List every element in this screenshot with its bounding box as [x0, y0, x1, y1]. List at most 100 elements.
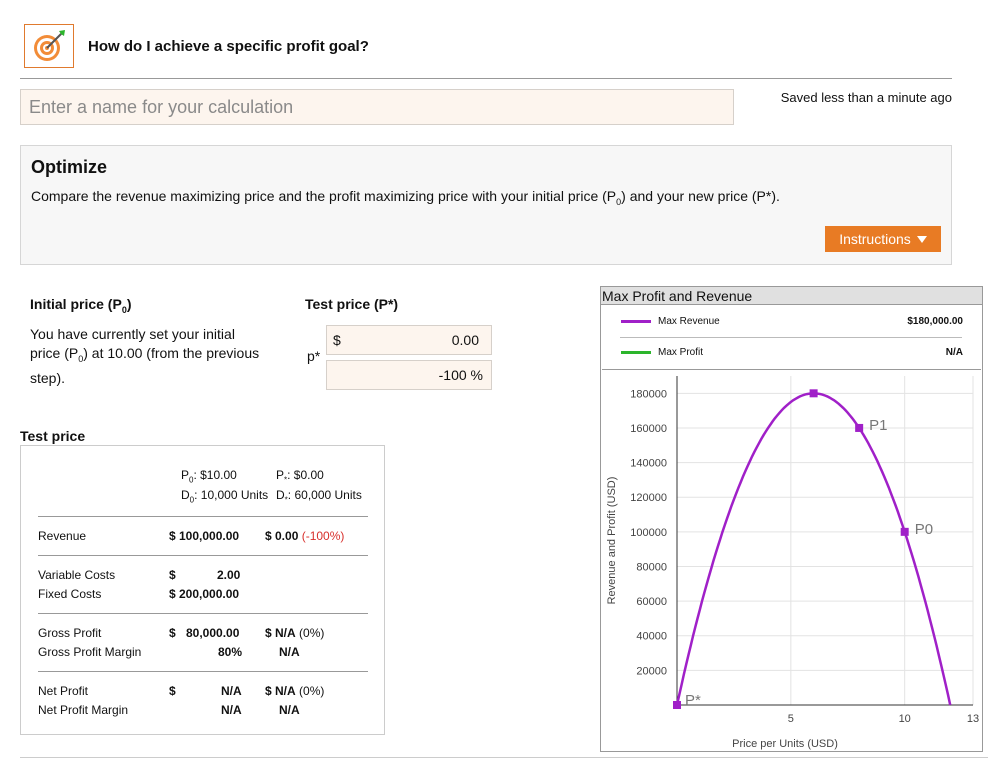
table-divider — [38, 516, 368, 517]
initial-title-end: ) — [126, 296, 132, 312]
d0-label: D — [181, 488, 190, 502]
legend-divider — [620, 337, 962, 338]
gross-profit-symbol: $ — [169, 626, 176, 640]
data-point — [900, 527, 909, 536]
variable-costs-value: 2.00 — [217, 568, 241, 582]
fixed-costs-label: Fixed Costs — [38, 587, 102, 601]
revenue-pstar-change: (-100%) — [301, 529, 345, 543]
table-divider — [38, 555, 368, 556]
y-tick-label: 100000 — [630, 527, 667, 539]
net-profit-p0: N/A — [221, 684, 242, 698]
gross-profit-pstar-value: $ N/A — [265, 626, 296, 640]
optimize-desc-text: Compare the revenue maximizing price and… — [31, 188, 617, 204]
test-price-value: 0.00 — [451, 332, 479, 348]
footer-divider — [20, 757, 988, 758]
instructions-label: Instructions — [839, 231, 911, 247]
net-profit-pstar: $ N/A (0%) — [265, 684, 324, 698]
data-label: P* — [685, 692, 701, 709]
net-margin-pstar: N/A — [279, 703, 300, 717]
test-price-section-heading: Test price — [20, 428, 86, 444]
gross-margin-pstar: N/A — [279, 645, 300, 659]
pstar-label-t: P — [276, 468, 285, 482]
revenue-pstar-value: $ 0.00 — [265, 529, 299, 543]
target-icon — [24, 24, 74, 68]
legend-name-profit: Max Profit — [658, 347, 704, 358]
table-divider — [38, 613, 368, 614]
save-status: Saved less than a minute ago — [780, 90, 952, 105]
page-title: How do I achieve a specific profit goal? — [88, 38, 369, 55]
data-label: P0 — [915, 521, 933, 538]
legend-value-revenue: $180,000.00 — [907, 316, 963, 327]
y-tick-label: 60000 — [636, 596, 667, 608]
revenue-label: Revenue — [38, 529, 87, 543]
p0-value: : $10.00 — [193, 468, 237, 482]
legend-name-revenue: Max Revenue — [658, 316, 720, 327]
currency-symbol: $ — [333, 332, 341, 348]
net-margin-p0: N/A — [221, 703, 242, 717]
y-tick-label: 160000 — [630, 423, 667, 435]
net-profit-pstar-change: (0%) — [299, 684, 325, 698]
table-divider — [38, 671, 368, 672]
header-divider — [20, 78, 952, 79]
y-axis-label: Revenue and Profit (USD) — [606, 477, 618, 605]
gross-profit-pstar-change: (0%) — [299, 626, 325, 640]
data-label: P1 — [869, 417, 887, 434]
optimize-description: Compare the revenue maximizing price and… — [31, 188, 780, 207]
pstar-value: : $0.00 — [287, 468, 324, 482]
test-price-percent-value: -100 % — [438, 367, 483, 383]
optimize-panel: Optimize Compare the revenue maximizing … — [20, 145, 952, 265]
x-tick-label: 13 — [967, 713, 979, 725]
revenue-p0: $ 100,000.00 — [169, 529, 240, 543]
d0-summary: D0: 10,000 Units — [181, 488, 268, 504]
dstar-label: D — [276, 488, 285, 502]
instructions-button[interactable]: Instructions — [825, 226, 941, 252]
optimize-desc-text-end: ) and your new price (P*). — [621, 188, 780, 204]
series-line — [675, 392, 952, 706]
net-profit-pstar-value: $ N/A — [265, 684, 296, 698]
test-price-percent-input[interactable]: -100 % — [326, 360, 492, 390]
gross-profit-pstar: $ N/A (0%) — [265, 626, 324, 640]
y-tick-label: 180000 — [630, 388, 667, 400]
p0-label: P — [181, 468, 190, 482]
caret-down-icon — [916, 235, 927, 243]
initial-price-title: Initial price (P0) — [30, 296, 132, 315]
pstar-label: p* — [307, 348, 321, 364]
initial-title-text: Initial price (P — [30, 296, 122, 312]
data-point — [809, 389, 818, 398]
test-price-table: P0: $10.00 P*: $0.00 D0: 10,000 Units D*… — [20, 445, 385, 735]
data-point — [673, 701, 681, 709]
gross-margin-p0: 80% — [218, 645, 243, 659]
variable-costs-label: Variable Costs — [38, 568, 116, 582]
y-tick-label: 120000 — [630, 492, 667, 504]
test-price-title: Test price (P*) — [305, 296, 399, 312]
pstar-summary: P*: $0.00 — [276, 468, 324, 484]
dstar-summary: D*: 60,000 Units — [276, 488, 362, 504]
chart-panel: Max Profit and Revenue Max Revenue $180,… — [600, 286, 983, 752]
optimize-title: Optimize — [31, 157, 108, 177]
test-price-input[interactable]: $ 0.00 — [326, 325, 492, 355]
gross-profit-label: Gross Profit — [38, 626, 102, 640]
chart-plot: 20000 40000 60000 80000 100000 120000 140000 16… — [606, 376, 979, 750]
gross-profit-p0: 80,000.00 — [186, 626, 240, 640]
variable-costs-symbol: $ — [169, 568, 176, 582]
chart-title: Max Profit and Revenue — [601, 287, 982, 305]
y-tick-label: 40000 — [636, 631, 667, 643]
chart-legend: Max Revenue $180,000.00 Max Profit N/A — [602, 306, 981, 370]
x-tick-label: 10 — [899, 713, 911, 725]
data-point — [855, 423, 864, 432]
y-tick-label: 20000 — [636, 665, 667, 677]
d0-value: : 10,000 Units — [194, 488, 269, 502]
legend-value-profit: N/A — [945, 347, 963, 358]
legend-line-profit — [621, 351, 651, 354]
revenue-pstar: $ 0.00 (-100%) — [265, 529, 344, 543]
dstar-value: : 60,000 Units — [287, 488, 362, 502]
p0-summary: P0: $10.00 — [181, 468, 237, 484]
x-axis-label: Price per Units (USD) — [732, 738, 838, 750]
net-profit-label: Net Profit — [38, 684, 89, 698]
net-margin-label: Net Profit Margin — [38, 703, 129, 717]
calculation-name-input[interactable] — [20, 89, 734, 125]
y-tick-label: 140000 — [630, 458, 667, 470]
gross-margin-label: Gross Profit Margin — [38, 645, 142, 659]
y-tick-label: 80000 — [636, 561, 667, 573]
initial-price-description: You have currently set your initial pric… — [30, 325, 265, 388]
